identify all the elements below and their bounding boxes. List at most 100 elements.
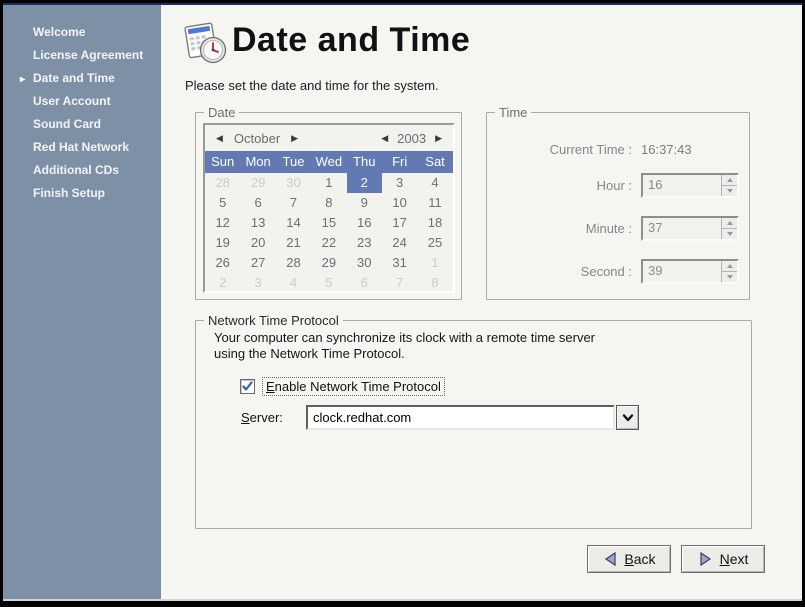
sidebar-item-user-account: ▸User Account <box>3 90 161 113</box>
day-header-mon: Mon <box>240 151 275 173</box>
sidebar-item-label: Finish Setup <box>33 186 105 200</box>
sidebar-item-label: User Account <box>33 94 111 108</box>
second-spin-down-icon[interactable] <box>722 271 737 282</box>
calendar-day[interactable]: 4 <box>417 173 452 193</box>
calendar-day-headers: SunMonTueWedThuFriSat <box>205 151 453 173</box>
sidebar-item-additional-cds: ▸Additional CDs <box>3 159 161 182</box>
calendar-day-selected[interactable]: 2 <box>347 173 382 193</box>
calendar-day[interactable]: 25 <box>417 233 452 253</box>
calendar-day[interactable]: 1 <box>311 173 346 193</box>
hour-row: Hour : 16 <box>487 173 739 198</box>
calendar-day[interactable]: 30 <box>347 253 382 273</box>
calendar-day[interactable]: 29 <box>311 253 346 273</box>
calendar-day[interactable]: 8 <box>311 193 346 213</box>
sidebar-item-welcome: ▸Welcome <box>3 21 161 44</box>
calendar-day[interactable]: 16 <box>347 213 382 233</box>
calendar-day[interactable]: 9 <box>347 193 382 213</box>
hour-label: Hour : <box>487 178 641 193</box>
back-button[interactable]: Back <box>587 545 671 573</box>
day-header-wed: Wed <box>311 151 346 173</box>
minute-spin-buttons <box>721 218 737 239</box>
calendar-day[interactable]: 21 <box>276 233 311 253</box>
enable-ntp-label[interactable]: Enable Network Time Protocol <box>262 377 445 396</box>
minute-spin-down-icon[interactable] <box>722 228 737 239</box>
minute-row: Minute : 37 <box>487 216 739 241</box>
calendar-day[interactable]: 22 <box>311 233 346 253</box>
calendar-day[interactable]: 2 <box>205 273 240 293</box>
calendar-day[interactable]: 4 <box>276 273 311 293</box>
calendar-day[interactable]: 5 <box>205 193 240 213</box>
time-group-label: Time <box>495 105 531 120</box>
minute-spinner[interactable]: 37 <box>641 216 739 241</box>
calendar-day[interactable]: 30 <box>276 173 311 193</box>
page-subtitle: Please set the date and time for the sys… <box>185 78 439 93</box>
sidebar-item-license-agreement: ▸License Agreement <box>3 44 161 67</box>
calendar-day[interactable]: 6 <box>240 193 275 213</box>
prev-year-arrow-icon[interactable]: ◀ <box>378 131 391 146</box>
hour-spin-up-icon[interactable] <box>722 175 737 185</box>
hour-value: 16 <box>643 175 721 196</box>
current-time-label: Current Time : <box>487 142 641 157</box>
calendar-day[interactable]: 7 <box>382 273 417 293</box>
calendar-day[interactable]: 17 <box>382 213 417 233</box>
second-spin-up-icon[interactable] <box>722 261 737 271</box>
calendar-day[interactable]: 14 <box>276 213 311 233</box>
wizard-step-sidebar: ▸Welcome▸License Agreement▸Date and Time… <box>3 5 161 599</box>
calendar-day[interactable]: 28 <box>205 173 240 193</box>
calendar-day[interactable]: 8 <box>417 273 452 293</box>
setup-wizard-window: ▸Welcome▸License Agreement ▸ Date and Time… <box>3 3 802 601</box>
calendar-day[interactable]: 11 <box>417 193 452 213</box>
date-group-label: Date <box>204 105 239 120</box>
minute-value: 37 <box>643 218 721 239</box>
day-header-fri: Fri <box>382 151 417 173</box>
hour-spin-down-icon[interactable] <box>722 185 737 196</box>
calendar-day[interactable]: 12 <box>205 213 240 233</box>
sidebar-item-label: Welcome <box>33 25 85 39</box>
minute-spin-up-icon[interactable] <box>722 218 737 228</box>
calendar-day[interactable]: 20 <box>240 233 275 253</box>
date-group-box: Date ◀ October ▶ ◀ 2003 ▶ SunMonTueWedTh… <box>195 112 462 300</box>
calendar-day[interactable]: 18 <box>417 213 452 233</box>
calendar-month-label: October <box>234 131 280 146</box>
calendar-day[interactable]: 19 <box>205 233 240 253</box>
server-combo-dropdown-button[interactable] <box>616 405 639 430</box>
sidebar-step-list: ▸Welcome▸License Agreement▸Date and Time… <box>3 21 161 205</box>
next-month-arrow-icon[interactable]: ▶ <box>288 131 301 146</box>
calendar-day[interactable]: 29 <box>240 173 275 193</box>
sidebar-item-label: License Agreement <box>33 48 143 62</box>
calendar-day[interactable]: 13 <box>240 213 275 233</box>
calendar-day[interactable]: 7 <box>276 193 311 213</box>
calendar-day[interactable]: 27 <box>240 253 275 273</box>
calendar-day[interactable]: 3 <box>240 273 275 293</box>
ntp-description-line2: using the Network Time Protocol. <box>214 346 595 362</box>
active-step-arrow-icon: ▸ <box>20 71 25 88</box>
next-button[interactable]: Next <box>681 545 765 573</box>
hour-spinner[interactable]: 16 <box>641 173 739 198</box>
calendar-day[interactable]: 3 <box>382 173 417 193</box>
next-year-arrow-icon[interactable]: ▶ <box>432 131 445 146</box>
calendar-day[interactable]: 31 <box>382 253 417 273</box>
enable-ntp-checkbox[interactable] <box>240 379 255 394</box>
ntp-description: Your computer can synchronize its clock … <box>214 330 595 362</box>
main-content: Date and Time Please set the date and ti… <box>161 5 802 599</box>
current-time-value: 16:37:43 <box>641 142 739 157</box>
calendar-day[interactable]: 15 <box>311 213 346 233</box>
second-value: 39 <box>643 261 721 282</box>
server-combo-entry[interactable]: clock.redhat.com <box>306 405 615 430</box>
calendar-day[interactable]: 1 <box>417 253 452 273</box>
ntp-description-line1: Your computer can synchronize its clock … <box>214 330 595 346</box>
calendar-header: ◀ October ▶ ◀ 2003 ▶ <box>205 125 453 151</box>
calendar-day[interactable]: 23 <box>347 233 382 253</box>
page-title: Date and Time <box>232 21 470 60</box>
next-button-label: Next <box>720 551 749 567</box>
calendar-day[interactable]: 24 <box>382 233 417 253</box>
calendar-day[interactable]: 10 <box>382 193 417 213</box>
calendar-day[interactable]: 6 <box>347 273 382 293</box>
calendar-day[interactable]: 5 <box>311 273 346 293</box>
calendar-day[interactable]: 28 <box>276 253 311 273</box>
day-header-sun: Sun <box>205 151 240 173</box>
calendar-day[interactable]: 26 <box>205 253 240 273</box>
prev-month-arrow-icon[interactable]: ◀ <box>213 131 226 146</box>
second-spinner[interactable]: 39 <box>641 259 739 284</box>
sidebar-item-red-hat-network: ▸Red Hat Network <box>3 136 161 159</box>
